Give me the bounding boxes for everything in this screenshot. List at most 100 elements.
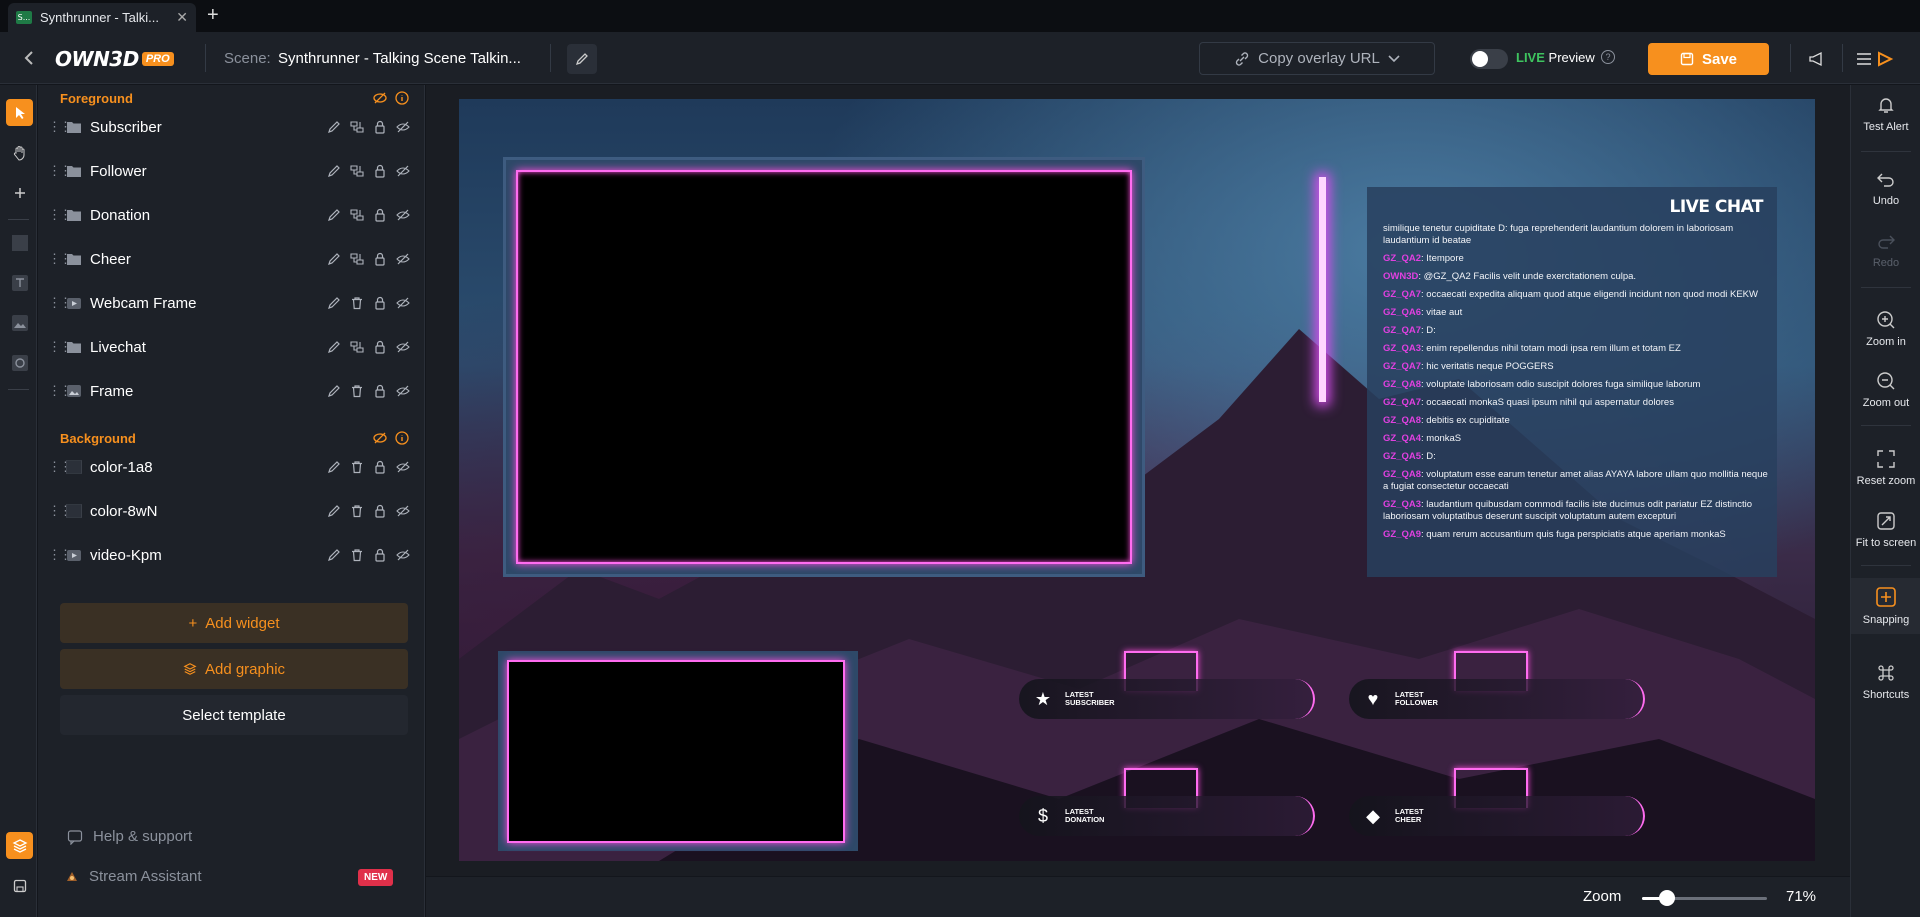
edit-icon[interactable]	[327, 120, 341, 134]
trash-icon[interactable]	[350, 384, 364, 398]
pan-tool-button[interactable]	[6, 139, 33, 166]
link-hide-icon[interactable]	[373, 431, 387, 445]
eye-off-icon[interactable]	[396, 340, 410, 354]
drag-handle-icon[interactable]: ⋮⋮	[48, 295, 72, 311]
edit-icon[interactable]	[327, 164, 341, 178]
layer-row-frame[interactable]: ⋮⋮ Frame	[48, 373, 418, 409]
lock-icon[interactable]	[373, 120, 387, 134]
drag-handle-icon[interactable]: ⋮⋮	[48, 383, 72, 399]
eye-off-icon[interactable]	[396, 548, 410, 562]
link-hide-icon[interactable]	[373, 91, 387, 105]
save-local-button[interactable]	[6, 872, 33, 899]
help-support-link[interactable]: Help & support	[67, 828, 192, 845]
lock-icon[interactable]	[373, 504, 387, 518]
edit-icon[interactable]	[327, 504, 341, 518]
help-circle-icon[interactable]: ?	[1601, 50, 1615, 64]
edit-scene-button[interactable]	[567, 44, 597, 74]
eye-off-icon[interactable]	[396, 296, 410, 310]
select-template-button[interactable]: Select template	[60, 695, 408, 735]
layer-row-cheer[interactable]: ⋮⋮ Cheer	[48, 241, 418, 277]
drag-handle-icon[interactable]: ⋮⋮	[48, 339, 72, 355]
frame-widget[interactable]	[498, 651, 858, 851]
eye-off-icon[interactable]	[396, 384, 410, 398]
shortcuts-button[interactable]: Shortcuts	[1851, 663, 1920, 701]
lock-icon[interactable]	[373, 384, 387, 398]
text-tool-button[interactable]	[6, 269, 33, 296]
eye-off-icon[interactable]	[396, 208, 410, 222]
layers-tool-button[interactable]	[6, 832, 33, 859]
overlay-stage[interactable]: LIVE CHAT similique tenetur cupiditate D…	[459, 99, 1815, 861]
copy-overlay-url-button[interactable]: Copy overlay URL	[1199, 42, 1435, 75]
close-tab-icon[interactable]: ✕	[176, 9, 188, 26]
lock-icon[interactable]	[373, 252, 387, 266]
drag-handle-icon[interactable]: ⋮⋮	[48, 207, 72, 223]
eye-off-icon[interactable]	[396, 120, 410, 134]
latest-cheer-widget[interactable]: ◆ LATEST CHEER	[1349, 768, 1645, 836]
back-button[interactable]	[18, 46, 42, 70]
fit-to-screen-button[interactable]: Fit to screen	[1851, 511, 1920, 549]
edit-icon[interactable]	[327, 296, 341, 310]
live-preview-toggle[interactable]	[1470, 49, 1508, 69]
reset-zoom-button[interactable]: Reset zoom	[1851, 449, 1920, 487]
lock-icon[interactable]	[373, 208, 387, 222]
widget-settings-icon[interactable]	[350, 164, 364, 178]
layer-row-color-8wn[interactable]: ⋮⋮ color-8wN	[48, 493, 418, 529]
redo-button[interactable]: Redo	[1851, 233, 1920, 269]
layer-row-follower[interactable]: ⋮⋮ Follower	[48, 153, 418, 189]
layer-row-color-1a8[interactable]: ⋮⋮ color-1a8	[48, 449, 418, 485]
save-button[interactable]: Save	[1648, 43, 1769, 75]
latest-donation-widget[interactable]: $ LATEST DONATION	[1019, 768, 1315, 836]
edit-icon[interactable]	[327, 340, 341, 354]
eye-off-icon[interactable]	[396, 504, 410, 518]
widget-settings-icon[interactable]	[350, 120, 364, 134]
drag-handle-icon[interactable]: ⋮⋮	[48, 163, 72, 179]
drag-handle-icon[interactable]: ⋮⋮	[48, 503, 72, 519]
info-icon[interactable]	[395, 431, 409, 445]
edit-icon[interactable]	[327, 460, 341, 474]
announcement-button[interactable]	[1804, 46, 1830, 72]
main-menu-button[interactable]	[1852, 46, 1898, 72]
rectangle-tool-button[interactable]	[6, 229, 33, 256]
drag-handle-icon[interactable]: ⋮⋮	[48, 547, 72, 563]
widget-settings-icon[interactable]	[350, 252, 364, 266]
trash-icon[interactable]	[350, 460, 364, 474]
layer-row-livechat[interactable]: ⋮⋮ Livechat	[48, 329, 418, 365]
browser-tab[interactable]: S... Synthrunner - Talki... ✕	[8, 3, 196, 32]
zoom-out-button[interactable]: Zoom out	[1851, 371, 1920, 409]
lock-icon[interactable]	[373, 460, 387, 474]
trash-icon[interactable]	[350, 504, 364, 518]
lock-icon[interactable]	[373, 548, 387, 562]
livechat-widget[interactable]: LIVE CHAT similique tenetur cupiditate D…	[1367, 187, 1777, 577]
select-tool-button[interactable]	[6, 99, 33, 126]
add-graphic-button[interactable]: Add graphic	[60, 649, 408, 689]
trash-icon[interactable]	[350, 296, 364, 310]
edit-icon[interactable]	[327, 548, 341, 562]
layer-row-donation[interactable]: ⋮⋮ Donation	[48, 197, 418, 233]
latest-subscriber-widget[interactable]: ★ LATEST SUBSCRIBER	[1019, 651, 1315, 719]
snapping-toggle[interactable]: Snapping	[1851, 578, 1920, 634]
drag-handle-icon[interactable]: ⋮⋮	[48, 459, 72, 475]
layer-row-subscriber[interactable]: ⋮⋮ Subscriber	[48, 109, 418, 145]
trash-icon[interactable]	[350, 548, 364, 562]
link-tool-button[interactable]	[6, 349, 33, 376]
layer-row-webcam-frame[interactable]: ⋮⋮ Webcam Frame	[48, 285, 418, 321]
eye-off-icon[interactable]	[396, 164, 410, 178]
drag-handle-icon[interactable]: ⋮⋮	[48, 119, 72, 135]
lock-icon[interactable]	[373, 164, 387, 178]
lock-icon[interactable]	[373, 340, 387, 354]
info-icon[interactable]	[395, 91, 409, 105]
webcam-frame[interactable]	[503, 157, 1145, 577]
edit-icon[interactable]	[327, 208, 341, 222]
add-widget-button[interactable]: + Add widget	[60, 603, 408, 643]
zoom-in-button[interactable]: Zoom in	[1851, 310, 1920, 348]
layer-row-video-kpm[interactable]: ⋮⋮ video-Kpm	[48, 537, 418, 573]
widget-settings-icon[interactable]	[350, 340, 364, 354]
widget-settings-icon[interactable]	[350, 208, 364, 222]
drag-handle-icon[interactable]: ⋮⋮	[48, 251, 72, 267]
undo-button[interactable]: Undo	[1851, 171, 1920, 207]
lock-icon[interactable]	[373, 296, 387, 310]
eye-off-icon[interactable]	[396, 252, 410, 266]
stream-assistant-link[interactable]: Stream Assistant	[65, 868, 202, 885]
own3d-logo[interactable]: OWN3D PRO	[55, 47, 174, 71]
test-alert-button[interactable]: Test Alert	[1851, 95, 1920, 133]
